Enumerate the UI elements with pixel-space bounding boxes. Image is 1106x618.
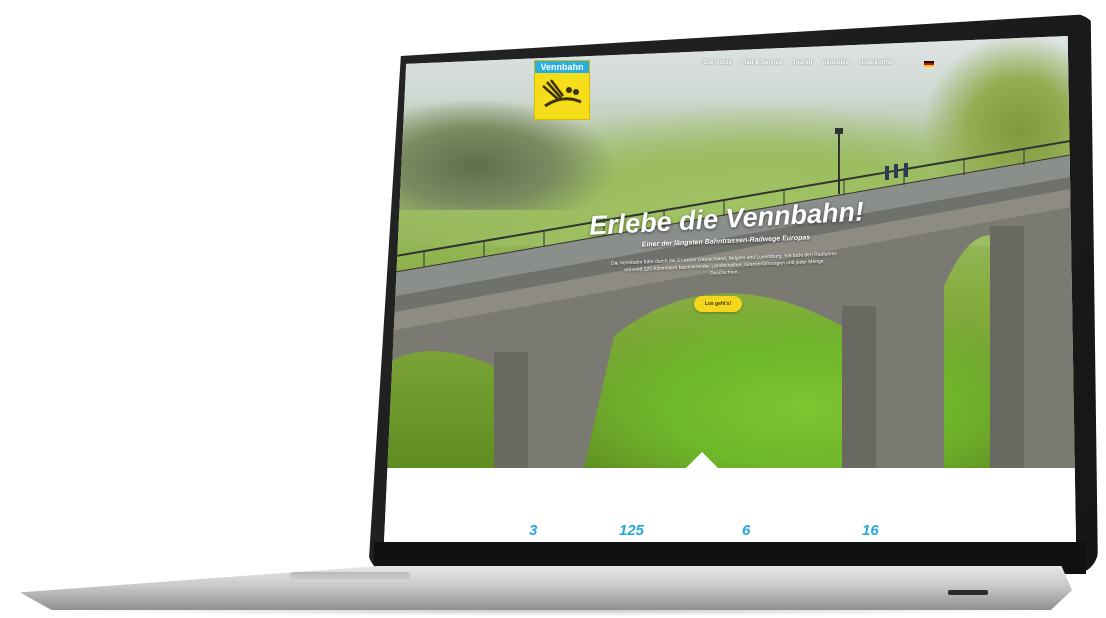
stat-six: 6 [742, 522, 751, 539]
site-logo[interactable]: Vennbahn [534, 60, 590, 120]
nav-item-rad-service[interactable]: Rad & Service [742, 60, 782, 66]
main-nav: Die Route Rad & Service Touren Aktuelles… [704, 60, 893, 66]
hero-section: Vennbahn Die Route Rad & Service Touren … [384, 36, 1076, 476]
laptop-mockup: Vennbahn Die Route Rad & Service Touren … [0, 0, 1106, 618]
stat-kilometers: 125 [619, 522, 645, 539]
nav-item-unterkuenfte[interactable]: Unterkünfte [859, 60, 893, 66]
cyclist-logo-icon [542, 79, 582, 108]
laptop-screen: Vennbahn Die Route Rad & Service Touren … [384, 36, 1076, 542]
laptop-base [20, 566, 1072, 610]
stats-section: 3 125 6 16 [384, 468, 1076, 542]
cta-button[interactable]: Los geht's! [694, 296, 742, 312]
language-flag-icon[interactable] [924, 61, 934, 67]
stat-countries: 3 [529, 522, 538, 539]
nav-item-die-route[interactable]: Die Route [704, 60, 732, 66]
nav-item-touren[interactable]: Touren [792, 60, 812, 66]
nav-item-aktuelles[interactable]: Aktuelles [822, 60, 849, 66]
stat-sixteen: 16 [862, 522, 879, 539]
site-logo-text: Vennbahn [535, 61, 589, 73]
viaduct-illustration [384, 128, 1076, 468]
laptop-lid-groove [290, 572, 410, 582]
usb-port [948, 590, 988, 595]
